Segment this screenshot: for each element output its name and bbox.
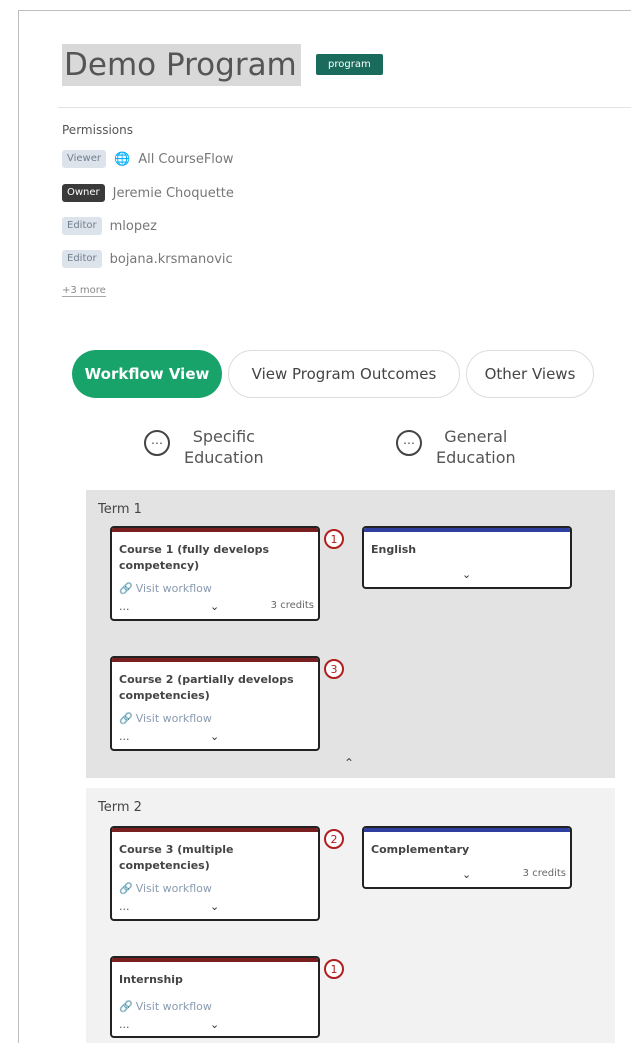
tab-workflow-view[interactable]: Workflow View [72,350,222,398]
chevron-down-icon[interactable]: ⌄ [210,1018,219,1031]
column-header-general-education[interactable]: ⋯ General Education [396,426,516,468]
visit-workflow-link[interactable]: 🔗 Visit workflow [119,1000,212,1013]
chevron-up-icon[interactable]: ⌃ [344,756,354,770]
node-color-bar [112,828,318,832]
node-title: Course 2 (partially develops competencie… [119,673,294,702]
course-node[interactable]: Course 3 (multiple competencies) 🔗 Visit … [110,826,320,921]
link-icon: 🔗 [119,882,133,895]
outcome-count-badge[interactable]: 1 [324,529,344,549]
node-title: Complementary [371,843,470,856]
chevron-down-icon[interactable]: ⌄ [210,730,219,743]
more-permissions-link[interactable]: +3 more [62,285,106,297]
column-label: General Education [436,427,516,467]
node-more-dots[interactable]: ... [119,730,130,743]
link-icon: 🔗 [119,582,133,595]
visit-workflow-link[interactable]: 🔗 Visit workflow [119,882,212,895]
visit-workflow-link[interactable]: 🔗 Visit workflow [119,582,212,595]
course-node[interactable]: Course 1 (fully develops competency) 🔗 Vi… [110,526,320,621]
role-badge-editor: Editor [62,250,102,268]
node-color-bar [112,958,318,962]
node-title: Internship [119,973,183,986]
node-credits: 3 credits [270,600,314,611]
role-badge-viewer: Viewer [62,150,106,168]
view-tabs: Workflow View View Program Outcomes Othe… [72,350,600,398]
tab-view-program-outcomes[interactable]: View Program Outcomes [228,350,460,398]
course-node[interactable]: Internship 🔗 Visit workflow ... ⌄ [110,956,320,1038]
chevron-down-icon[interactable]: ⌄ [210,900,219,913]
permission-user-name: mlopez [109,218,157,234]
node-title: Course 3 (multiple competencies) [119,843,234,872]
ellipsis-circle-icon[interactable]: ⋯ [144,430,170,456]
outcome-count-badge[interactable]: 2 [324,829,344,849]
role-badge-editor: Editor [62,217,102,235]
node-more-dots[interactable]: ... [119,900,130,913]
program-title-wrapper: Demo Program [62,44,301,86]
node-color-bar [112,528,318,532]
role-badge-owner: Owner [62,184,105,202]
term-label: Term 1 [98,502,142,517]
title-divider [58,107,631,108]
permissions-heading: Permissions [62,123,133,137]
permission-row: Viewer 🌐 All CourseFlow [62,148,234,170]
column-label: Specific Education [184,427,264,467]
permission-user-name: Jeremie Choquette [112,185,234,201]
link-icon: 🔗 [119,712,133,725]
visit-workflow-link[interactable]: 🔗 Visit workflow [119,712,212,725]
link-icon: 🔗 [119,1000,133,1013]
node-title: English [371,543,417,556]
node-more-dots[interactable]: ... [119,1018,130,1031]
node-color-bar [364,828,570,832]
column-header-specific-education[interactable]: ⋯ Specific Education [144,426,264,468]
node-more-dots[interactable]: ... [119,600,130,613]
chevron-down-icon[interactable]: ⌄ [462,568,471,581]
chevron-down-icon[interactable]: ⌄ [210,600,219,613]
globe-icon: 🌐 [114,151,131,167]
permission-row: Editor mlopez [62,215,157,237]
course-node[interactable]: Course 2 (partially develops competencie… [110,656,320,751]
permission-user-name: bojana.krsmanovic [109,251,233,267]
chevron-down-icon[interactable]: ⌄ [462,868,471,881]
permission-row: Owner Jeremie Choquette [62,182,234,204]
term-label: Term 2 [98,800,142,815]
outcome-count-badge[interactable]: 1 [324,959,344,979]
course-node[interactable]: English ⌄ [362,526,572,589]
tab-other-views[interactable]: Other Views [466,350,594,398]
node-credits: 3 credits [522,868,566,879]
ellipsis-circle-icon[interactable]: ⋯ [396,430,422,456]
node-color-bar [364,528,570,532]
workflow-type-badge: program [316,54,383,75]
outcome-count-badge[interactable]: 3 [324,659,344,679]
node-color-bar [112,658,318,662]
course-node[interactable]: Complementary ⌄ 3 credits [362,826,572,889]
program-title[interactable]: Demo Program [62,44,301,86]
node-title: Course 1 (fully develops competency) [119,543,270,572]
permission-row: Editor bojana.krsmanovic [62,248,233,270]
permission-user-name: All CourseFlow [138,151,234,167]
